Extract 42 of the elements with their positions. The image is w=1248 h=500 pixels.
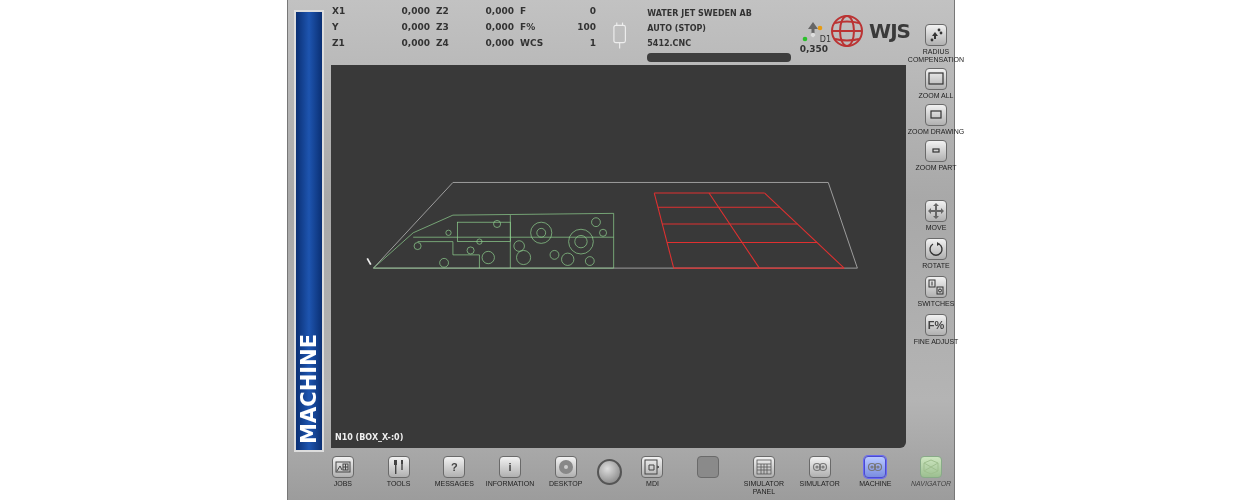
axis-label: F%: [519, 22, 537, 32]
axis-label: Z2: [435, 6, 450, 16]
question-mark-icon: ?: [450, 461, 458, 473]
pattern-icon: [923, 459, 940, 475]
axis-label: Z4: [435, 38, 450, 48]
percent-icon: F%: [927, 319, 945, 331]
block-status: N10 (BOX_X-:0): [334, 433, 405, 444]
axis-label: F: [519, 6, 528, 16]
tool-diameter: 0,350: [799, 44, 829, 54]
axis-value: 100: [576, 22, 596, 32]
tool-marker-icon: [366, 257, 372, 266]
axis-value: 0,000: [484, 38, 514, 48]
machine-mode: AUTO (STOP): [647, 23, 707, 35]
axis-value: 1: [588, 38, 596, 48]
disc-icon: [557, 459, 574, 475]
axis-value: 0,000: [400, 22, 430, 32]
hand-icon: [644, 459, 661, 475]
axis-value: 0,000: [400, 6, 430, 16]
axis-label: Z1: [331, 38, 346, 48]
axis-label: X1: [331, 6, 347, 16]
picture-card-icon: [334, 459, 351, 475]
mode-title: MACHINE: [297, 334, 321, 444]
program-file: 5412.CNC: [647, 38, 693, 50]
switches-icon: [928, 279, 944, 295]
tool-label: D1: [819, 36, 832, 44]
axis-label: Z3: [435, 22, 450, 32]
grid-panel-icon: [755, 459, 772, 475]
rotate-icon: [928, 241, 944, 257]
axis-label: Y: [331, 22, 340, 32]
info-icon: i: [508, 461, 512, 473]
axis-value: 0,000: [400, 38, 430, 48]
axis-value: 0,000: [484, 6, 514, 16]
cartridge-icon: [612, 20, 628, 50]
axis-value: 0: [588, 6, 596, 16]
company-name: WATER JET SWEDEN AB: [647, 8, 753, 20]
zoom-all-icon: [928, 71, 944, 87]
move-icon: [928, 203, 944, 219]
logo-text: WJS: [869, 19, 910, 43]
knob[interactable]: [596, 459, 622, 485]
axis-value: 0,000: [484, 22, 514, 32]
axis-label: WCS: [519, 38, 545, 48]
dots-arrow-icon: [928, 27, 944, 43]
